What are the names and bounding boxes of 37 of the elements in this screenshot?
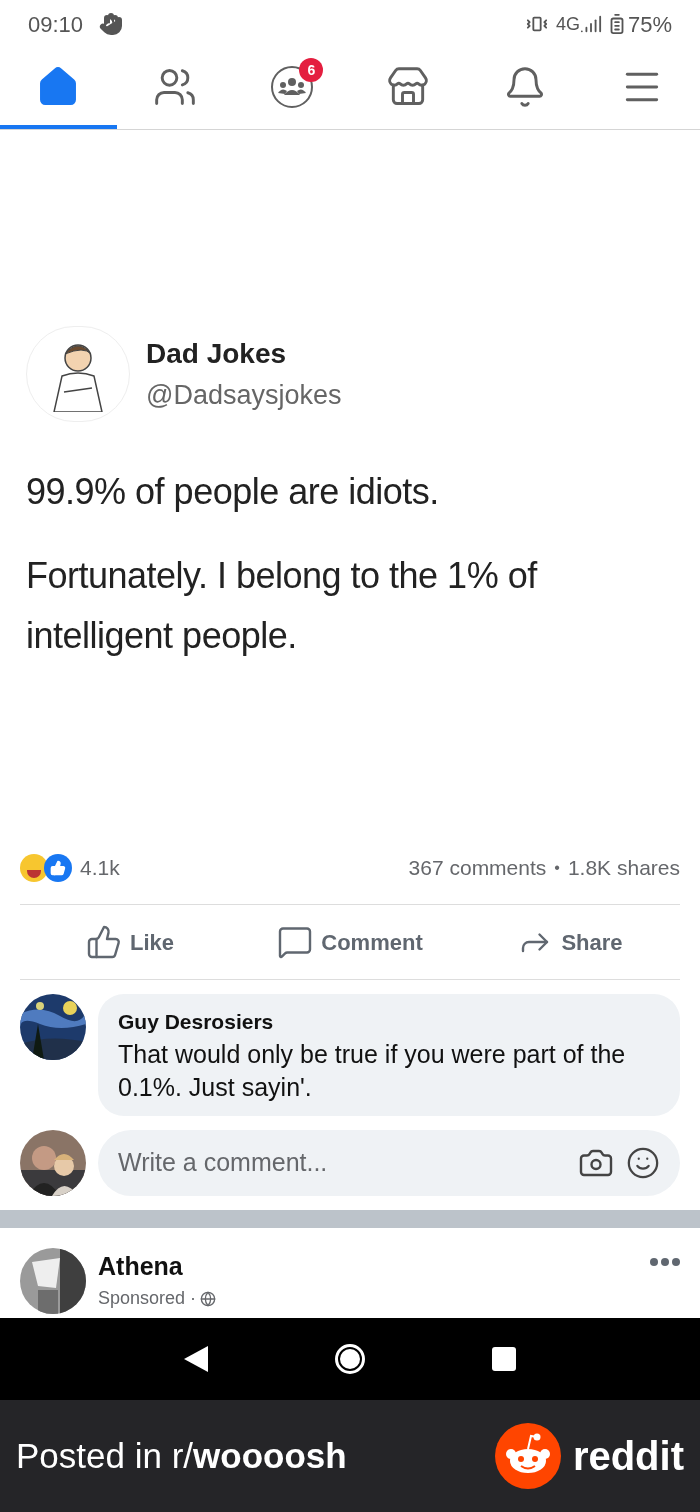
- separator-dot: •: [554, 858, 560, 878]
- thumbs-up-icon: [86, 924, 122, 960]
- like-button[interactable]: Like: [20, 905, 240, 979]
- groups-tab[interactable]: 6: [233, 48, 350, 129]
- like-reaction-icon: [44, 854, 72, 882]
- signal-icon: [579, 13, 602, 35]
- home-button[interactable]: [335, 1344, 365, 1374]
- groups-icon: [269, 64, 314, 109]
- recent-apps-button[interactable]: [492, 1347, 517, 1371]
- globe-icon: [200, 1290, 217, 1307]
- reddit-logo-icon: [494, 1423, 561, 1489]
- brand-name: reddit: [572, 1433, 684, 1480]
- touch-icon: [99, 12, 124, 36]
- post-text: Fortunately. I belong to the 1% of intelligent people.: [26, 554, 539, 658]
- status-time: 09:10: [28, 10, 84, 39]
- comment-text: That would only be true if you were part of the 0.1%. Just sayin'.: [118, 1038, 627, 1103]
- battery-level: 75%: [627, 10, 672, 39]
- share-button[interactable]: Share: [460, 905, 680, 979]
- author-name: Dad Jokes: [146, 336, 288, 371]
- comment-count[interactable]: 367 comments: [408, 852, 547, 884]
- speech-bubble-icon: [277, 924, 314, 960]
- reaction-count: 4.1k: [80, 855, 120, 882]
- posted-in-caption: Posted in r/woooosh: [16, 1434, 348, 1477]
- comment-bar[interactable]: Write a comment...: [98, 1129, 680, 1196]
- notification-badge: 6: [299, 58, 324, 82]
- post-meta: Sponsored ·: [98, 1287, 197, 1310]
- comment-field[interactable]: Write a comment...: [118, 1143, 578, 1182]
- back-button[interactable]: [183, 1346, 208, 1372]
- share-count[interactable]: 1.8K shares: [567, 852, 680, 884]
- author-handle: @Dadsaysjokes: [146, 378, 342, 412]
- advertiser-name[interactable]: Athena: [98, 1247, 638, 1285]
- commenter-name[interactable]: Guy Desrosiers: [118, 1006, 660, 1038]
- emoji-icon[interactable]: [626, 1145, 660, 1180]
- network-label: 4G: [555, 12, 580, 36]
- laughing-reaction-icon: [20, 854, 48, 882]
- post-text: 99.9% of people are idiots.: [26, 470, 440, 514]
- comment-button[interactable]: Comment: [240, 905, 460, 979]
